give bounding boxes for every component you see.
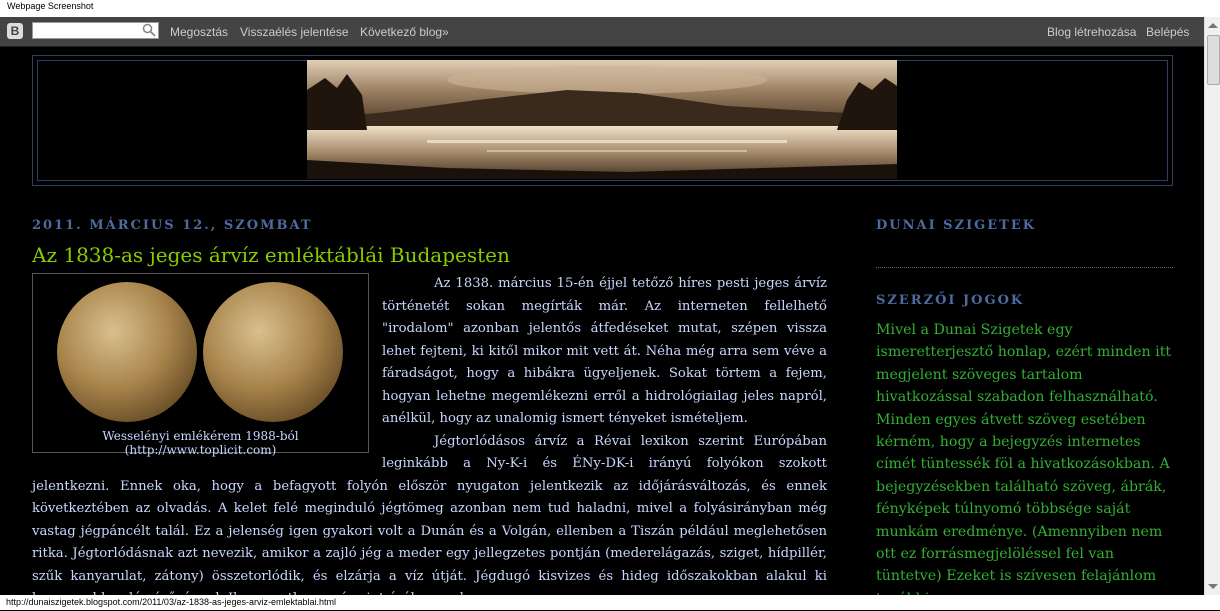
post-date-header: 2011. március 12., szombat [32, 218, 313, 233]
screenshot-label: Webpage Screenshot [0, 0, 1220, 17]
create-blog-link[interactable]: Blog létrehozása [1047, 25, 1136, 39]
post-title-link[interactable]: Az 1838-as jeges árvíz emléktáblái Budap… [32, 243, 510, 267]
medal-reverse-image [203, 282, 343, 422]
sidebar-blog-title: Dunai szigetek [876, 218, 1037, 233]
next-blog-link[interactable]: Következő blog» [360, 25, 449, 39]
medal-portrait-image [57, 282, 197, 422]
search-input[interactable] [32, 22, 159, 39]
scroll-down-icon[interactable] [1208, 584, 1218, 589]
sidebar-copyright-text: Mivel a Dunai Szigetek egy ismeretterjes… [876, 322, 1172, 607]
report-abuse-link[interactable]: Visszaélés jelentése [240, 25, 349, 39]
share-link[interactable]: Megosztás [170, 25, 228, 39]
image-caption: Wesselényi emlékérem 1988-ból (http://ww… [102, 429, 299, 457]
sign-in-link[interactable]: Belépés [1146, 25, 1189, 39]
blogger-navbar: B Megosztás Visszaélés jelentése Követke… [0, 17, 1204, 47]
header-banner-image[interactable] [307, 60, 897, 179]
sidebar-copyright-title: Szerzői jogok [876, 293, 1025, 308]
blogger-logo-icon[interactable]: B [7, 23, 23, 39]
status-bar-url: http://dunaiszigetek.blogspot.com/2011/0… [0, 595, 1220, 610]
medal-figure[interactable]: Wesselényi emlékérem 1988-ból (http://ww… [32, 273, 369, 457]
scroll-thumb[interactable] [1207, 35, 1220, 85]
page-scrollbar[interactable] [1204, 17, 1220, 595]
scroll-up-icon[interactable] [1208, 23, 1218, 28]
river-landscape-image [307, 60, 897, 179]
sidebar-divider [876, 267, 1173, 268]
search-icon[interactable] [142, 23, 156, 37]
